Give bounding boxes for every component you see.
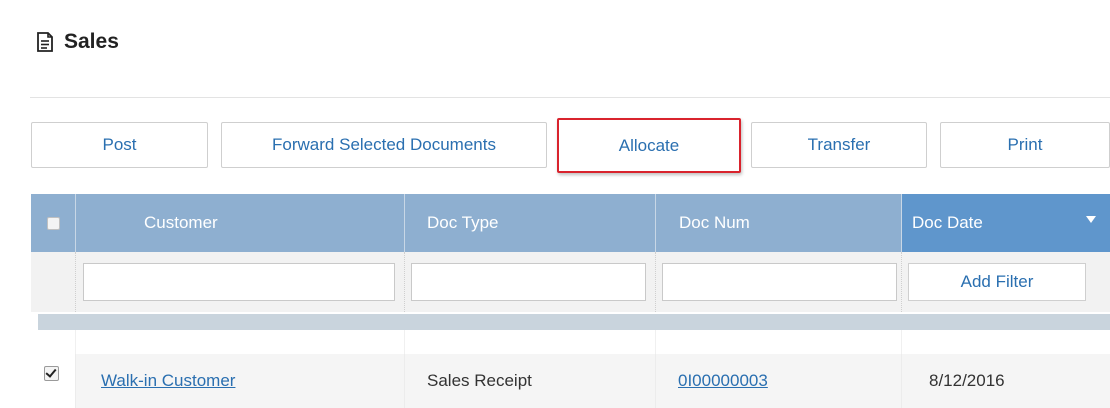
spacer-cell: [656, 330, 902, 354]
filter-row: Add Filter: [31, 252, 1110, 312]
spacer-cell: [405, 330, 656, 354]
sort-descending-icon[interactable]: [1086, 216, 1096, 223]
doc-num-filter-input[interactable]: [662, 263, 897, 301]
column-header-doc-date[interactable]: Doc Date: [902, 194, 1110, 252]
column-header-customer[interactable]: Customer: [76, 194, 405, 252]
customer-cell: Walk-in Customer: [76, 354, 405, 408]
row-checkbox-checked[interactable]: [44, 365, 59, 381]
filter-cell-doc-date: Add Filter: [902, 252, 1110, 312]
table-row[interactable]: Walk-in Customer Sales Receipt 0I0000000…: [31, 354, 1110, 408]
doc-date-cell: 8/12/2016: [929, 371, 1005, 390]
post-button[interactable]: Post: [31, 122, 208, 168]
forward-selected-documents-button[interactable]: Forward Selected Documents: [221, 122, 547, 168]
select-all-checkbox[interactable]: [46, 216, 60, 230]
filter-cell-doc-type: [405, 252, 656, 312]
doc-num-cell: 0I00000003: [656, 354, 902, 408]
page-title: Sales: [64, 30, 119, 53]
doc-type-filter-input[interactable]: [411, 263, 646, 301]
spacer-cell: [902, 330, 1110, 354]
filter-cell-doc-num: [656, 252, 902, 312]
title-divider: [30, 97, 1110, 98]
transfer-button[interactable]: Transfer: [751, 122, 927, 168]
row-select-cell: [31, 354, 76, 408]
customer-filter-input[interactable]: [83, 263, 395, 301]
document-icon: [37, 32, 53, 52]
horizontal-scrollbar[interactable]: [38, 314, 1110, 330]
grid-spacer-row: [31, 330, 1110, 354]
customer-link[interactable]: Walk-in Customer: [101, 371, 235, 391]
spacer-cell: [76, 330, 405, 354]
column-header-doc-type[interactable]: Doc Type: [405, 194, 656, 252]
page-header: Sales: [34, 30, 119, 54]
column-header-doc-date-label: Doc Date: [912, 213, 983, 232]
grid-header: Customer Doc Type Doc Num Doc Date: [31, 194, 1110, 252]
add-filter-button[interactable]: Add Filter: [908, 263, 1086, 301]
column-header-doc-num[interactable]: Doc Num: [656, 194, 902, 252]
spacer-cell: [31, 330, 76, 354]
print-button[interactable]: Print: [940, 122, 1110, 168]
filter-cell-customer: [76, 252, 405, 312]
doc-type-cell: Sales Receipt: [405, 354, 656, 408]
select-all-cell: [31, 194, 76, 252]
doc-num-link[interactable]: 0I00000003: [678, 371, 768, 391]
filter-check-cell: [31, 252, 76, 312]
allocate-button[interactable]: Allocate: [557, 118, 741, 173]
